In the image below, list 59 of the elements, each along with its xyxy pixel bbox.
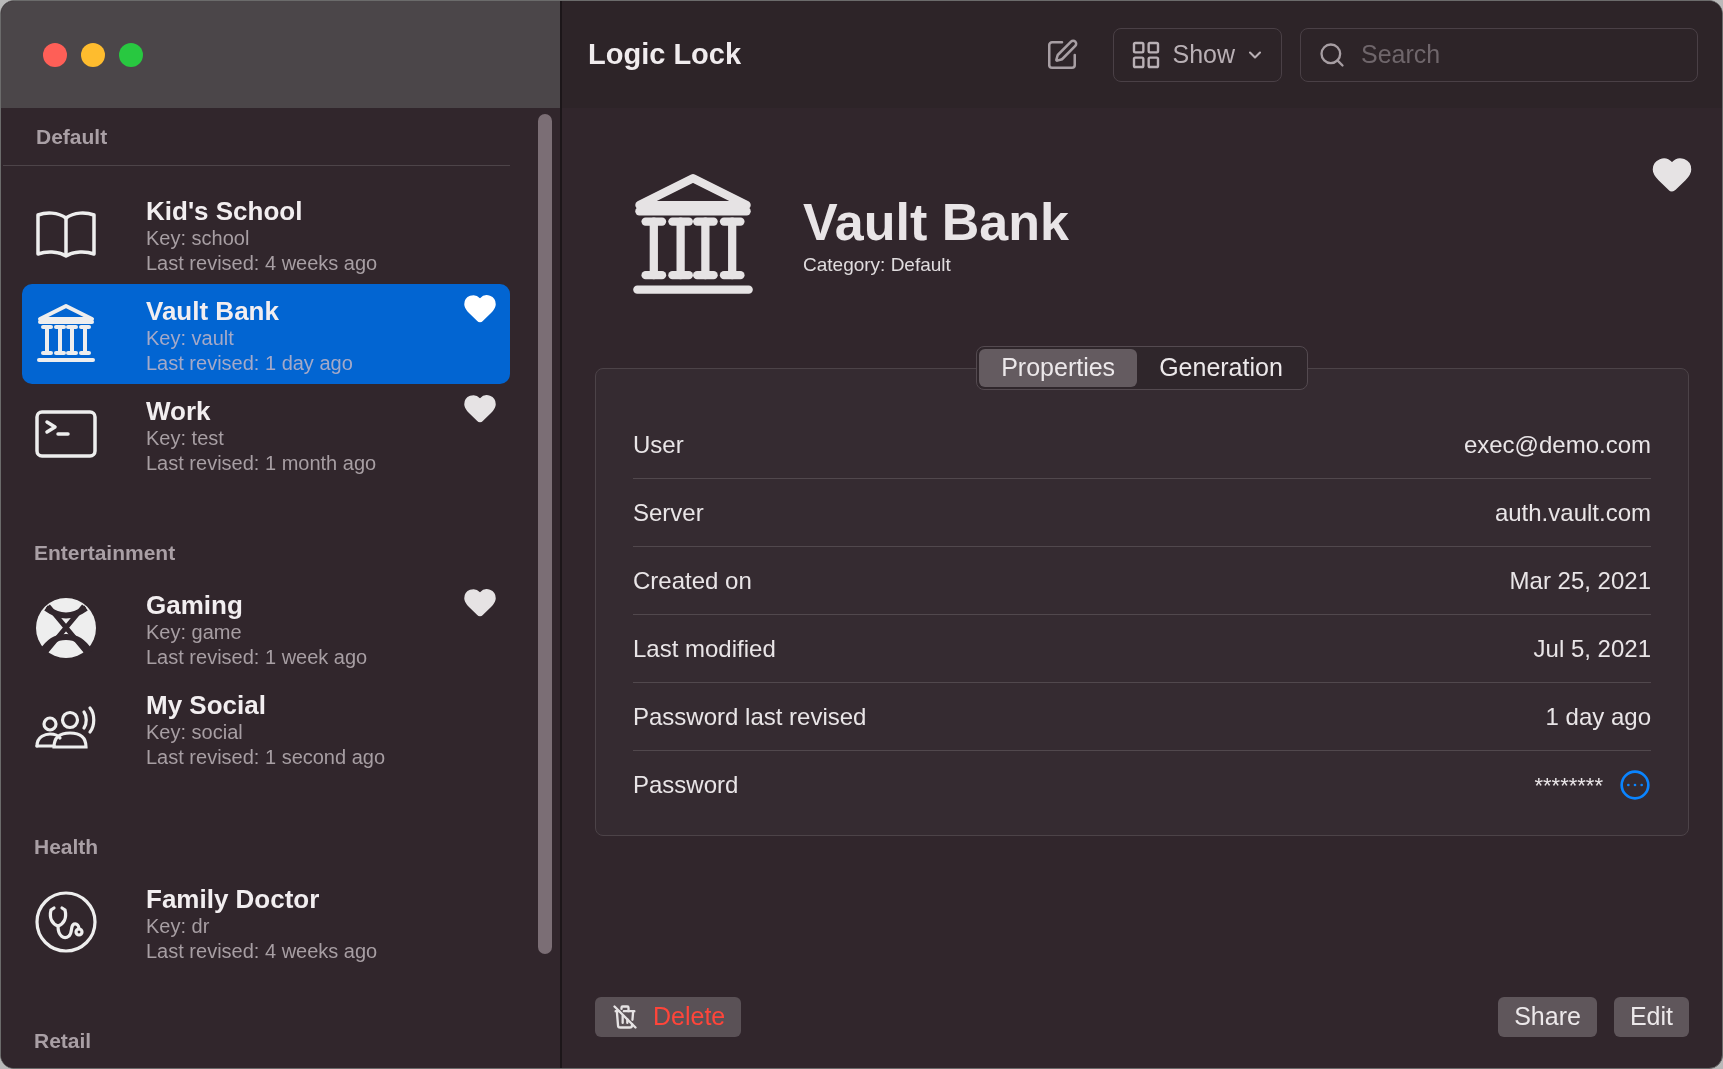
show-button[interactable]: Show xyxy=(1113,27,1282,82)
property-label: Created on xyxy=(633,565,752,596)
zoom-button[interactable] xyxy=(119,42,143,67)
tab[interactable]: Generation xyxy=(1137,349,1305,387)
section-header: Default xyxy=(36,123,108,150)
scrollbar[interactable] xyxy=(538,114,552,954)
item-revised: Last revised: 1 second ago xyxy=(146,745,386,770)
more-icon[interactable] xyxy=(1619,769,1651,801)
sidebar-item[interactable]: Vault Bank Key: vault Last revised: 1 day ago xyxy=(22,284,510,384)
sidebar-item[interactable]: Family Doctor Key: dr Last revised: 4 weeks ago xyxy=(22,872,510,972)
section-header: Entertainment xyxy=(34,540,176,567)
sidebar-item[interactable]: My Social Key: social Last revised: 1 second ago xyxy=(22,678,510,778)
property-value: auth.vault.com xyxy=(1494,497,1651,528)
property-label: Password last revised xyxy=(633,701,867,732)
search-icon xyxy=(1318,40,1346,69)
item-key: Key: vault xyxy=(146,326,353,350)
item-key: Key: dr xyxy=(146,914,378,938)
item-title: Gaming xyxy=(146,590,244,620)
trash-icon xyxy=(611,1003,639,1031)
password-value: ******** xyxy=(1534,771,1603,800)
item-revised: Last revised: 1 month ago xyxy=(146,451,377,476)
compose-icon[interactable] xyxy=(1045,37,1080,72)
window-title: Logic Lock xyxy=(588,36,742,72)
section-header: Health xyxy=(34,834,99,861)
property-value: exec@demo.com xyxy=(1463,429,1651,460)
item-title: Family Doctor xyxy=(146,884,321,914)
item-title: Kid's School xyxy=(146,196,304,226)
tab[interactable]: Properties xyxy=(979,349,1138,387)
item-key: Key: social xyxy=(146,720,386,744)
item-revised: Last revised: 1 day ago xyxy=(146,351,353,376)
item-title: Work xyxy=(146,396,212,426)
close-button[interactable] xyxy=(43,42,67,67)
crossed-circle-icon xyxy=(34,596,98,660)
section-header: Retail xyxy=(34,1028,92,1055)
item-key: Key: school xyxy=(146,226,378,250)
detail-title: Vault Bank xyxy=(803,192,1069,251)
property-value: Jul 5, 2021 xyxy=(1533,633,1651,664)
property-label: Last modified xyxy=(633,633,776,664)
item-key: Key: test xyxy=(146,426,377,450)
item-revised: Last revised: 4 weeks ago xyxy=(146,939,378,964)
item-revised: Last revised: 1 week ago xyxy=(146,645,368,670)
search-field[interactable]: Search xyxy=(1300,27,1698,82)
sidebar-item[interactable]: Gaming Key: game Last revised: 1 week ago xyxy=(22,578,510,678)
property-value: Mar 25, 2021 xyxy=(1509,565,1651,596)
property-label: User xyxy=(633,429,684,460)
property-label: Password xyxy=(633,770,739,800)
item-key: Key: game xyxy=(146,620,368,644)
item-title: Vault Bank xyxy=(146,296,280,326)
sidebar-item[interactable]: Work Key: test Last revised: 1 month ago xyxy=(22,384,510,484)
property-label: Server xyxy=(633,497,704,528)
minimize-button[interactable] xyxy=(81,42,105,67)
stethoscope-icon xyxy=(34,890,98,954)
item-revised: Last revised: 4 weeks ago xyxy=(146,251,378,276)
item-title: My Social xyxy=(146,690,267,720)
sidebar-item[interactable]: Kid's School Key: school Last revised: 4 weeks ago xyxy=(22,184,510,284)
property-value: 1 day ago xyxy=(1545,701,1651,732)
detail-category: Category: Default xyxy=(803,252,952,277)
share-button[interactable]: Share xyxy=(1498,997,1597,1037)
edit-button[interactable]: Edit xyxy=(1613,997,1689,1037)
